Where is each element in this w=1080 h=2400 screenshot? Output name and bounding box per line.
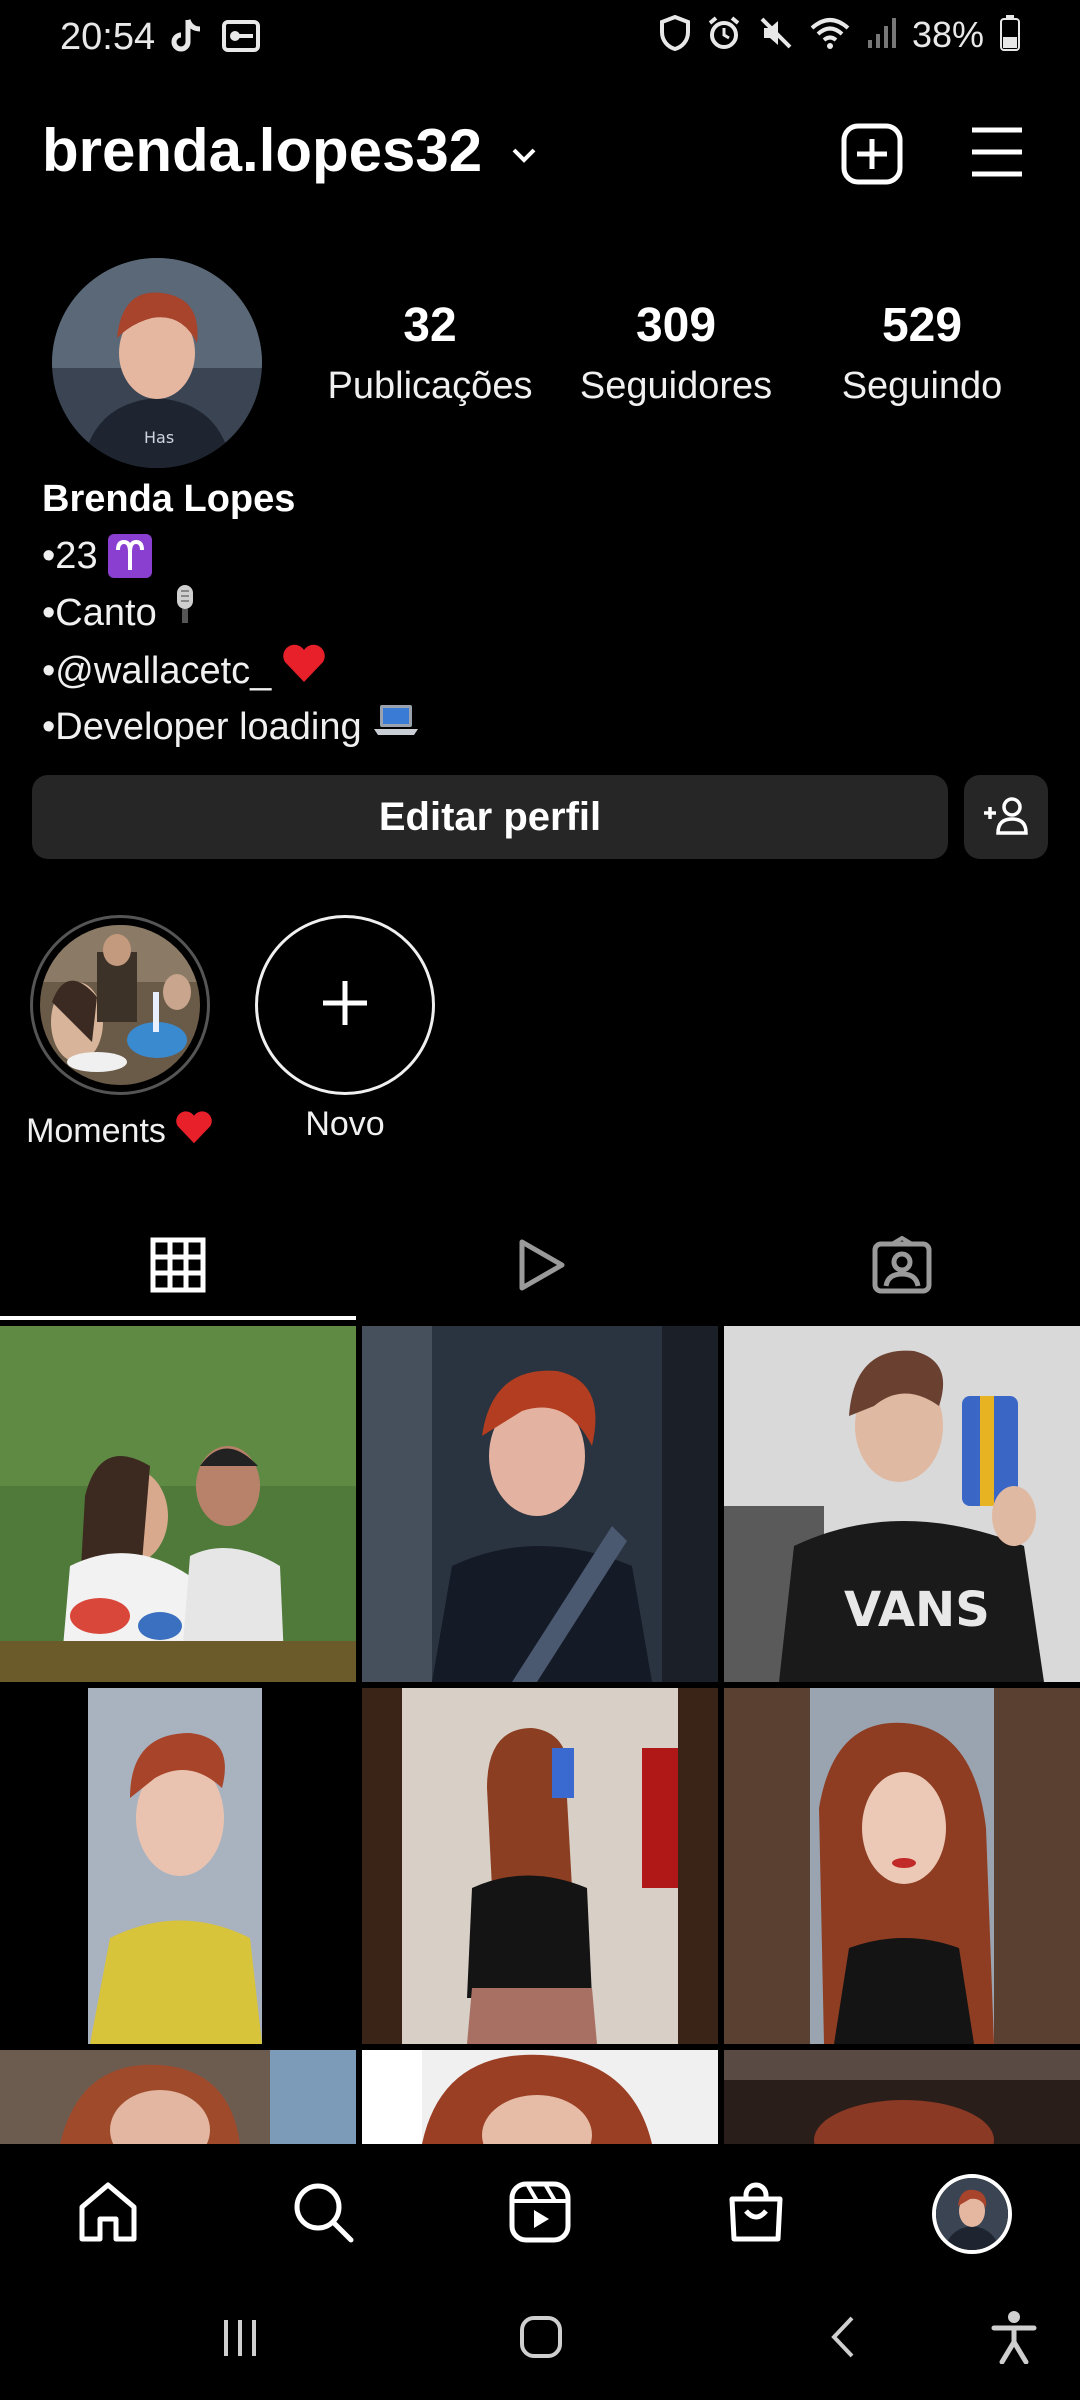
posts-label: Publicações [327,364,533,407]
tagged-icon [872,1235,932,1299]
search-icon [291,2180,355,2249]
post-thumbnail[interactable] [362,2050,718,2144]
bottom-navigation [0,2144,1080,2278]
active-tab-indicator [0,1316,356,1320]
highlight-label: Novo [305,1105,385,1143]
shop-icon [726,2181,786,2248]
recents-icon[interactable] [218,2316,262,2365]
grid-icon [150,1237,206,1298]
add-user-icon [982,795,1030,840]
red-heart-emoji [174,1109,214,1154]
highlight-moments[interactable]: Moments [20,915,220,1154]
post-thumbnail[interactable] [724,1688,1080,2044]
plus-icon [319,977,371,1034]
wifi-icon [810,16,850,55]
profile-screen: 20:54 38% brenda.lopes32 Has 32 Publicaç… [0,0,1080,2400]
post-thumbnail[interactable] [0,1688,356,2044]
post-thumbnail[interactable] [362,1688,718,2044]
bio-line-developer: •Developer loading [42,699,1042,754]
reels-icon [512,1237,568,1298]
followers-count: 309 [635,299,717,352]
system-navigation [0,2278,1080,2400]
highlight-cover [40,925,200,1085]
battery-icon [1000,14,1020,56]
tab-reels[interactable] [362,1215,718,1320]
mute-icon [758,15,794,56]
svg-text:VANS: VANS [844,1582,990,1638]
add-post-icon[interactable] [840,122,904,191]
microphone-emoji [167,583,203,642]
signal-icon [866,16,896,55]
bio-line-mention: •@wallacetc_ [42,642,1042,699]
profile-avatar[interactable] [932,2174,1012,2254]
laptop-emoji [372,699,420,754]
posts-count: 32 [403,299,457,352]
username[interactable]: brenda.lopes32 [42,116,482,185]
post-thumbnail[interactable] [0,2050,356,2144]
reels-icon [509,2181,571,2248]
nav-home[interactable] [68,2174,148,2254]
edit-profile-button[interactable]: Editar perfil [32,775,948,859]
key-icon [222,18,262,61]
post-thumbnail[interactable]: VANS [724,1326,1080,1682]
stat-posts[interactable]: 32 Publicações [310,299,550,408]
accessibility-icon[interactable] [990,2310,1038,2369]
highlight-label: Moments [26,1112,166,1150]
aries-emoji [107,534,152,578]
nav-reels[interactable] [500,2174,580,2254]
bio-line-singing: •Canto [42,583,1042,642]
nav-shop[interactable] [716,2174,796,2254]
tiktok-icon [170,18,204,61]
followers-label: Seguidores [579,364,773,407]
home-icon [76,2181,140,2248]
shield-icon [659,14,690,56]
following-count: 529 [881,299,963,352]
nav-search[interactable] [283,2174,363,2254]
bio: Brenda Lopes •23 •Canto •@wallacetc_ •De… [42,478,1042,754]
home-circle-icon[interactable] [518,2314,564,2365]
red-heart-emoji [281,642,327,699]
display-name: Brenda Lopes [42,478,296,520]
status-time: 20:54 [60,16,156,58]
following-label: Seguindo [841,364,1003,407]
highlight-new[interactable]: Novo [245,915,445,1144]
alarm-icon [706,15,742,56]
mention-link[interactable]: •@wallacetc_ [42,644,271,698]
post-thumbnail[interactable] [0,1326,356,1682]
chevron-down-icon[interactable] [504,136,544,181]
profile-avatar-large[interactable]: Has [52,258,262,468]
svg-text:Has: Has [144,428,174,447]
profile-header: brenda.lopes32 [0,110,1080,200]
profile-tabs [0,1215,1080,1320]
menu-icon[interactable] [968,124,1026,185]
bio-line-age: •23 [42,529,1042,583]
tab-tagged[interactable] [724,1215,1080,1320]
back-icon[interactable] [824,2314,864,2365]
tab-posts-grid[interactable] [0,1215,356,1320]
stat-followers[interactable]: 309 Seguidores [556,299,796,408]
discover-people-button[interactable] [964,775,1048,859]
status-bar: 20:54 38% [0,0,1080,78]
stat-following[interactable]: 529 Seguindo [802,299,1042,408]
battery-percent: 38% [911,14,984,55]
post-thumbnail[interactable] [724,2050,1080,2144]
post-thumbnail[interactable] [362,1326,718,1682]
